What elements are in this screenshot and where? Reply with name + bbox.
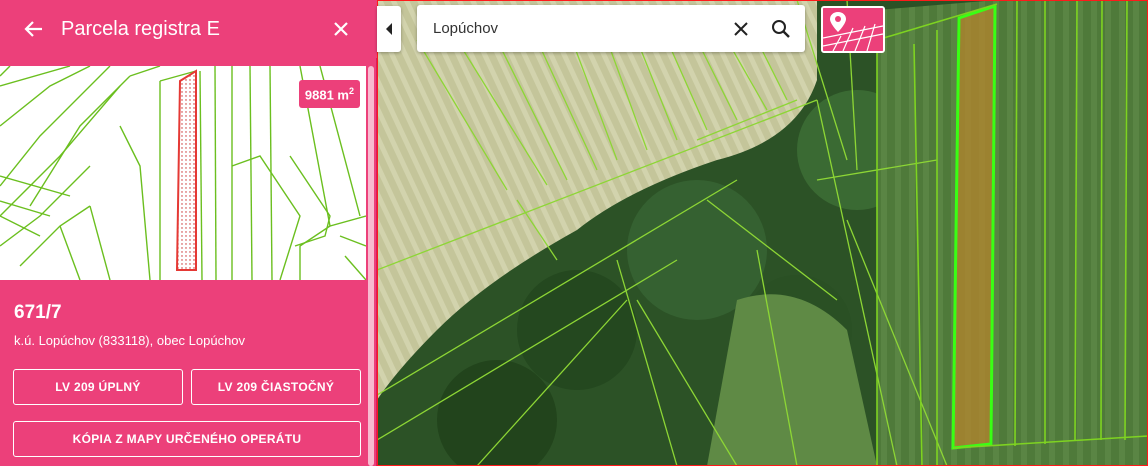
close-icon [734,22,748,36]
panel-header: Parcela registra E [0,0,377,58]
collapse-panel-button[interactable] [377,6,401,52]
scroll-thumb[interactable] [368,66,374,466]
search-input[interactable] [433,20,713,37]
area-unit-sup: 2 [348,86,354,96]
lv-full-button[interactable]: LV 209 ÚPLNÝ [13,369,183,405]
search-button[interactable] [769,17,793,41]
parcel-number: 671/7 [14,302,62,323]
back-button[interactable] [20,15,48,43]
panel-scrollbar[interactable] [366,66,377,466]
lv-partial-button[interactable]: LV 209 ČIASTOČNÝ [191,369,361,405]
chevron-left-icon [386,23,392,35]
copy-map-button[interactable]: KÓPIA Z MAPY URČENÉHO OPERÁTU [13,421,361,457]
satellite-map[interactable] [377,0,1148,466]
search-box [417,5,805,52]
search-clear-button[interactable] [729,17,753,41]
parcel-map-preview[interactable]: 9881 m2 [0,66,366,280]
close-button[interactable] [327,15,355,43]
parcel-location: k.ú. Lopúchov (833118), obec Lopúchov [14,333,246,348]
map-layer-pin-icon [823,8,883,51]
area-badge: 9881 m2 [298,80,360,109]
area-value: 9881 m [304,87,349,103]
arrow-left-icon [24,21,42,37]
parcel-detail-panel: Parcela registra E 9881 m2 671/7 k.ú. Lo… [0,0,377,466]
panel-title: Parcela registra E [61,17,220,40]
layer-toggle-button[interactable] [821,6,885,53]
app-root: Parcela registra E 9881 m2 671/7 k.ú. Lo… [0,0,1148,466]
close-icon [334,22,348,36]
map-canvas[interactable] [377,0,1148,466]
search-icon [772,20,790,38]
